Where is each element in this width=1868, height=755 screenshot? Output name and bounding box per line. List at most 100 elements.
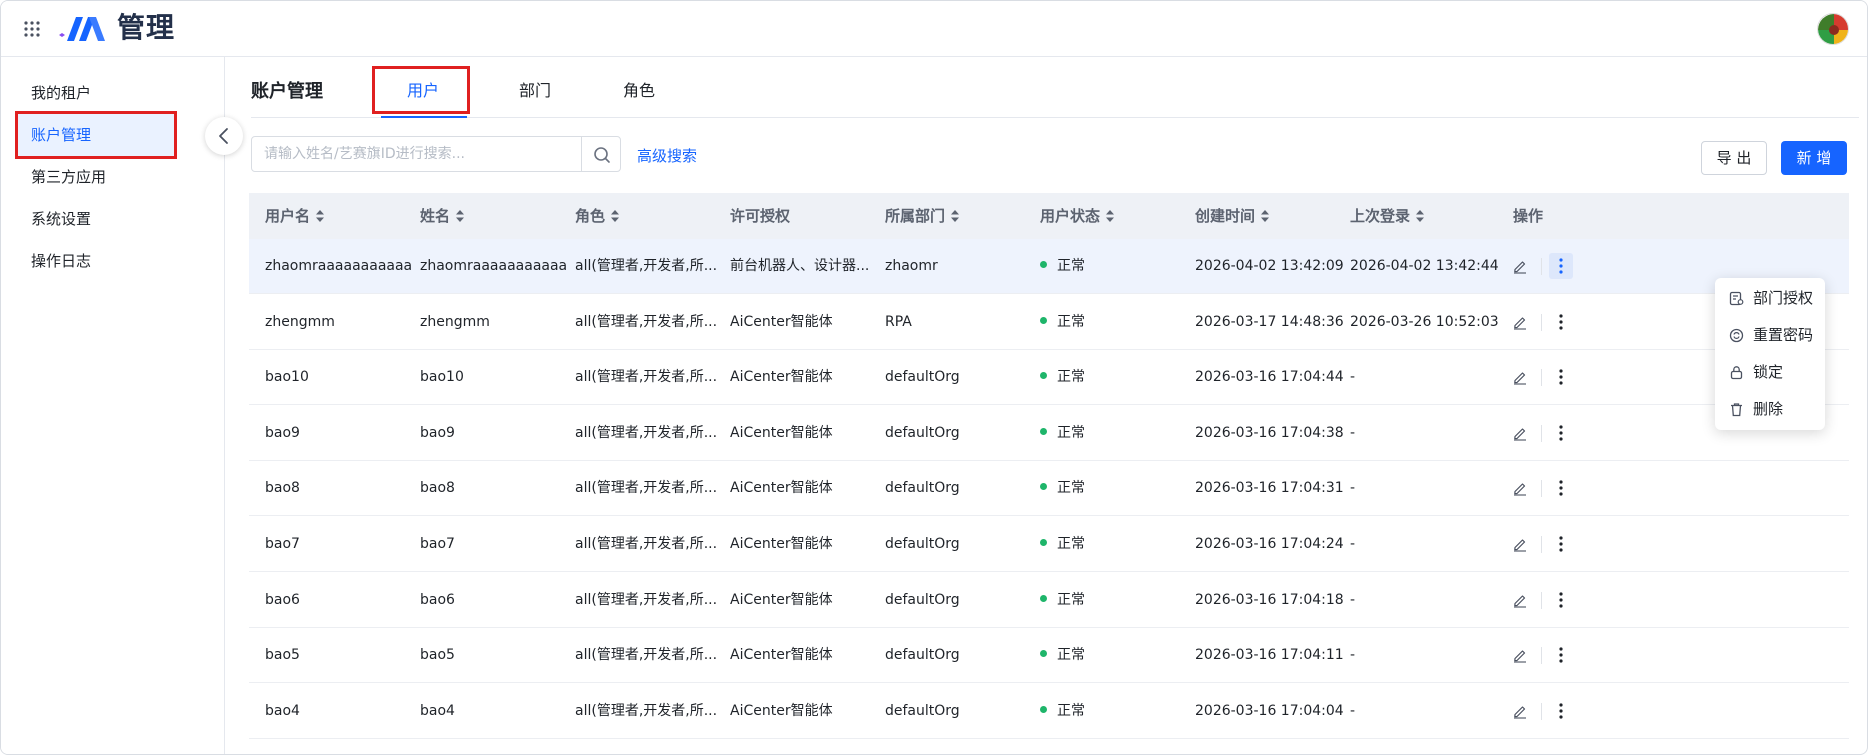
sidebar-item-operation-log[interactable]: 操作日志 [15,237,177,285]
action-divider [1541,591,1542,609]
cell-department: defaultOrg [885,702,960,719]
export-button[interactable]: 导 出 [1701,141,1767,175]
cell-username: bao9 [265,424,300,441]
sort-icon[interactable] [1416,210,1425,222]
table-row[interactable]: zhaomraaaaaaaaaaaaa... zhaomraaaaaaaaaaaa… [249,239,1849,294]
sidebar-item-third-party-apps[interactable]: 第三方应用 [15,153,177,201]
column-header-role[interactable]: 角色 [575,193,620,239]
tab-departments[interactable]: 部门 [519,77,551,101]
sidebar-item-my-tenants[interactable]: 我的租户 [15,69,177,117]
cell-last-login: 2026-04-02 13:42:44 [1350,258,1499,274]
search-box [251,136,609,172]
cell-name: bao6 [420,591,455,608]
edit-icon[interactable] [1512,536,1528,552]
cell-last-login: - [1350,647,1356,664]
edit-icon[interactable] [1512,592,1528,608]
sidebar: 我的租户 账户管理 第三方应用 系统设置 操作日志 [1,57,225,754]
cell-license: AiCenter智能体 [730,591,833,608]
column-header-last-login[interactable]: 上次登录 [1350,193,1425,239]
table-row[interactable]: bao10 bao10 all(管理者,开发者,所... AiCenter智能体 def… [249,350,1849,406]
menu-item-lock[interactable]: 锁定 [1715,354,1825,390]
cell-role: all(管理者,开发者,所... [575,647,718,664]
column-header-label: 用户状态 [1040,207,1101,225]
advanced-search-link[interactable]: 高级搜索 [637,145,697,166]
edit-icon[interactable] [1512,647,1528,663]
action-divider [1541,424,1542,442]
edit-icon[interactable] [1512,480,1528,496]
edit-icon[interactable] [1512,703,1528,719]
more-actions-icon[interactable] [1549,364,1573,390]
column-header-name[interactable]: 姓名 [420,193,465,239]
table-row[interactable]: bao8 bao8 all(管理者,开发者,所... AiCenter智能体 defau… [249,461,1849,517]
sort-icon[interactable] [456,210,465,222]
user-avatar[interactable] [1817,13,1849,45]
grid-icon[interactable] [23,20,41,38]
edit-icon[interactable] [1512,425,1528,441]
cell-license: AiCenter智能体 [730,480,833,497]
column-header-department[interactable]: 所属部门 [885,193,960,239]
menu-item-reset-password[interactable]: 重置密码 [1715,317,1825,353]
column-header-username[interactable]: 用户名 [265,193,325,239]
cell-last-login: 2026-03-26 10:52:03 [1350,313,1499,330]
trash-icon [1731,403,1742,417]
more-actions-icon[interactable] [1549,253,1573,279]
status-label: 正常 [1057,536,1085,552]
cell-status: 正常 [1040,573,1188,628]
sidebar-item-system-settings[interactable]: 系统设置 [15,195,177,243]
edit-icon[interactable] [1512,314,1528,330]
menu-item-dept-auth[interactable]: 部门授权 [1715,280,1825,316]
cell-last-login: - [1350,591,1356,608]
tabs-divider [251,117,1859,118]
edit-icon[interactable] [1512,258,1528,274]
more-actions-icon[interactable] [1549,642,1573,668]
column-header-label: 许可授权 [730,207,791,225]
menu-item-delete[interactable]: 删除 [1715,391,1825,427]
sort-icon[interactable] [1261,210,1270,222]
edit-icon[interactable] [1512,369,1528,385]
table-row[interactable]: bao6 bao6 all(管理者,开发者,所... AiCenter智能体 defau… [249,573,1849,628]
column-header-created[interactable]: 创建时间 [1195,193,1270,239]
cell-username: zhaomraaaaaaaaaaaaa... [265,258,413,274]
sort-icon[interactable] [951,210,960,222]
sort-icon[interactable] [1106,210,1115,222]
cell-last-login: - [1350,369,1356,386]
table-row[interactable]: bao4 bao4 all(管理者,开发者,所... AiCenter智能体 defau… [249,684,1849,739]
cell-license: AiCenter智能体 [730,369,833,386]
more-actions-icon[interactable] [1549,420,1573,446]
status-label: 正常 [1057,591,1085,608]
cell-created: 2026-03-16 17:04:44 [1195,369,1343,386]
status-label: 正常 [1057,369,1085,386]
cell-created: 2026-03-16 17:04:31 [1195,480,1343,497]
top-bar: 管理 [1,1,1867,57]
table-row[interactable]: bao9 bao9 all(管理者,开发者,所... AiCenter智能体 defau… [249,406,1849,461]
cell-status: 正常 [1040,517,1188,572]
action-divider [1541,313,1542,331]
search-input[interactable] [252,137,608,171]
cell-license: 前台机器人、设计器... [730,258,870,274]
action-divider [1541,480,1542,498]
more-actions-icon[interactable] [1549,309,1573,335]
more-actions-icon[interactable] [1549,475,1573,501]
sidebar-item-account-management[interactable]: 账户管理 [15,111,177,159]
column-header-status[interactable]: 用户状态 [1040,193,1115,239]
sort-icon[interactable] [316,210,325,222]
add-button[interactable]: 新 增 [1781,141,1847,175]
cell-username: bao7 [265,536,300,552]
app-title: 管理 [117,11,176,44]
action-divider [1541,258,1542,275]
action-divider [1541,702,1542,720]
sort-icon[interactable] [611,210,620,222]
cell-license: AiCenter智能体 [730,424,833,441]
more-actions-icon[interactable] [1549,587,1573,613]
tab-users[interactable]: 用户 [407,77,439,101]
menu-item-label: 部门授权 [1753,289,1814,307]
sidebar-collapse-button[interactable] [205,117,243,155]
tab-roles[interactable]: 角色 [623,77,655,101]
table-row[interactable]: zhengmm zhengmm all(管理者,开发者,所... AiCenter智能… [249,295,1849,350]
more-actions-icon[interactable] [1549,698,1573,724]
table-row[interactable]: bao5 bao5 all(管理者,开发者,所... AiCenter智能体 defau… [249,628,1849,684]
more-actions-icon[interactable] [1549,531,1573,557]
search-button[interactable] [581,136,621,172]
cell-name: bao4 [420,702,455,719]
table-row[interactable]: bao7 bao7 all(管理者,开发者,所... AiCenter智能体 defau… [249,517,1849,572]
